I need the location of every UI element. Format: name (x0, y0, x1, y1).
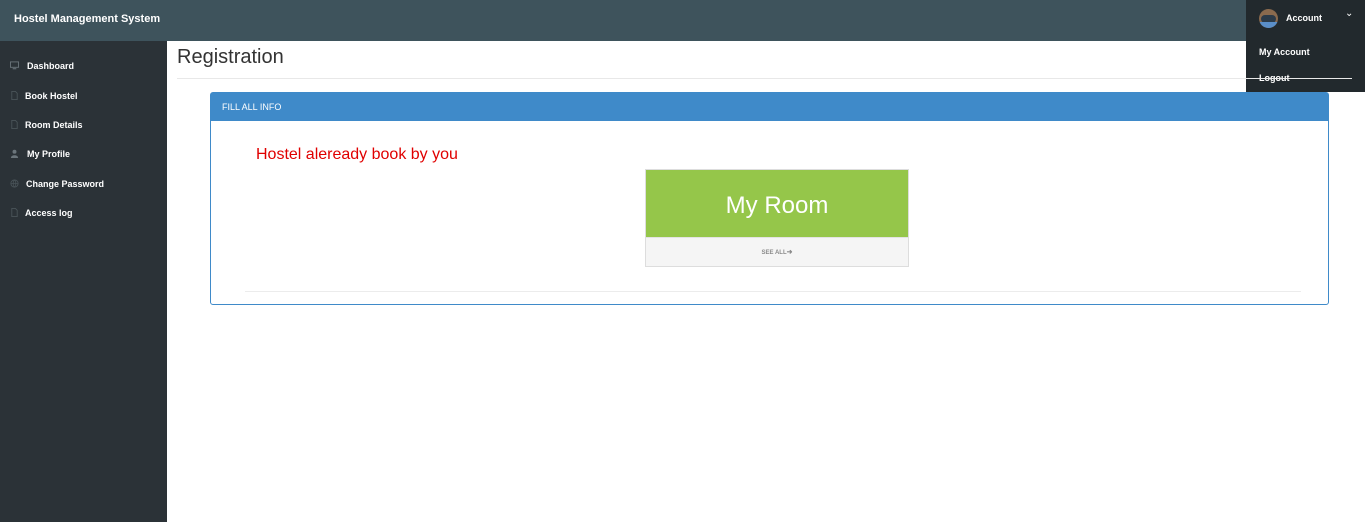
account-label: Account (1286, 13, 1322, 23)
panel-heading-label: FILL ALL INFO (222, 102, 282, 112)
sidebar-item-label: Room Details (25, 120, 83, 130)
sidebar: Dashboard Book Hostel Room Details My Pr… (0, 41, 167, 522)
file-icon (11, 208, 18, 217)
registration-panel: FILL ALL INFO Hostel aleready book by yo… (210, 92, 1329, 305)
chevron-down-icon: ⌄ (1345, 8, 1354, 19)
my-account-link[interactable]: My Account (1259, 47, 1310, 57)
page-title: Registration (177, 46, 284, 68)
desktop-icon (10, 61, 19, 70)
sidebar-item-book-hostel[interactable]: Book Hostel (0, 83, 167, 109)
brand-title[interactable]: Hostel Management System (14, 13, 160, 25)
see-all-link[interactable]: SEE ALL➜ (646, 237, 908, 266)
panel-divider (245, 291, 1301, 292)
sidebar-item-label: Dashboard (27, 61, 75, 71)
title-divider (177, 78, 1352, 79)
sidebar-item-label: Book Hostel (25, 91, 78, 101)
my-room-card: My Room SEE ALL➜ (645, 169, 909, 267)
user-avatar-icon (1259, 9, 1278, 28)
sidebar-item-label: Access log (25, 208, 73, 218)
globe-icon (10, 179, 19, 188)
my-room-card-header: My Room (646, 170, 908, 237)
file-icon (11, 91, 18, 100)
top-navbar: Hostel Management System (0, 0, 1365, 41)
sidebar-item-my-profile[interactable]: My Profile (0, 141, 167, 167)
panel-heading: FILL ALL INFO (211, 93, 1328, 121)
sidebar-item-label: Change Password (26, 179, 105, 189)
sidebar-item-dashboard[interactable]: Dashboard (0, 53, 167, 79)
sidebar-item-change-password[interactable]: Change Password (0, 171, 167, 197)
user-icon (10, 149, 19, 158)
my-room-title: My Room (725, 192, 829, 219)
arrow-right-icon: ➜ (786, 249, 793, 256)
sidebar-item-access-log[interactable]: Access log (0, 200, 167, 226)
already-booked-notice: Hostel aleready book by you (256, 146, 458, 163)
file-icon (11, 120, 18, 129)
account-menu-toggle[interactable]: Account ⌄ (1246, 0, 1365, 41)
sidebar-item-room-details[interactable]: Room Details (0, 112, 167, 138)
see-all-label: SEE ALL➜ (761, 249, 793, 256)
sidebar-item-label: My Profile (27, 149, 71, 159)
account-dropdown: My Account Logout (1246, 41, 1365, 92)
